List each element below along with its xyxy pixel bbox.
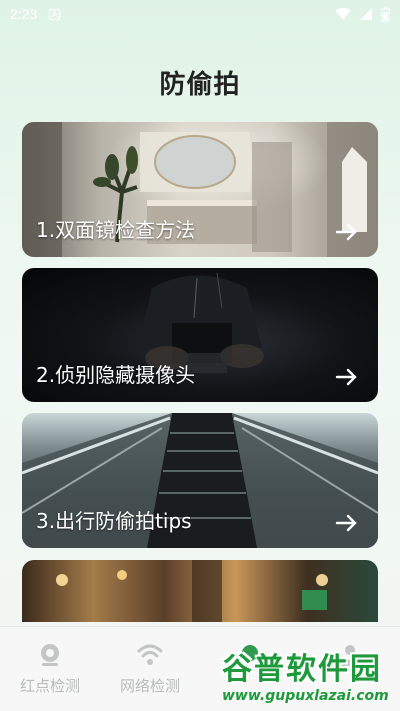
nav-label: 红点检测 bbox=[19, 677, 80, 695]
nav-item-red-dot-detection[interactable]: 红点检测 bbox=[0, 627, 100, 711]
nav-label: 网络检测 bbox=[119, 677, 180, 695]
arrow-right-icon bbox=[335, 223, 357, 241]
arrow-right-icon bbox=[335, 514, 357, 532]
status-icons bbox=[335, 6, 390, 22]
status-time: 2:23 bbox=[10, 6, 38, 22]
watermark-url: www.gupuxlazai.com bbox=[222, 688, 389, 704]
nav-item-network-detection[interactable]: 网络检测 bbox=[100, 627, 200, 711]
street-night-photo bbox=[22, 560, 378, 622]
card-label: 1.双面镜检查方法 bbox=[36, 218, 196, 242]
card-label: 2.侦别隐藏摄像头 bbox=[36, 363, 196, 387]
wifi-icon bbox=[335, 7, 351, 20]
arrow-right-icon bbox=[335, 368, 357, 386]
card-two-way-mirror[interactable]: 1.双面镜检查方法 bbox=[22, 122, 378, 257]
status-bar: 2:23 A bbox=[0, 0, 400, 28]
camera-dot-icon bbox=[41, 644, 59, 666]
battery-icon bbox=[381, 6, 390, 22]
watermark: 谷普软件园 www.gupuxlazai.com bbox=[220, 644, 398, 710]
card-label: 3.出行防偷拍tips bbox=[36, 509, 192, 533]
signal-icon bbox=[360, 8, 372, 20]
watermark-text: 谷普软件园 bbox=[222, 652, 382, 687]
card-hidden-camera[interactable]: 2.侦别隐藏摄像头 bbox=[22, 268, 378, 402]
card-street[interactable] bbox=[22, 560, 378, 622]
wifi-icon bbox=[137, 644, 163, 665]
page-title: 防偷拍 bbox=[159, 70, 241, 100]
notification-a-icon: A bbox=[49, 8, 61, 20]
card-travel-tips[interactable]: 3.出行防偷拍tips bbox=[22, 413, 378, 548]
